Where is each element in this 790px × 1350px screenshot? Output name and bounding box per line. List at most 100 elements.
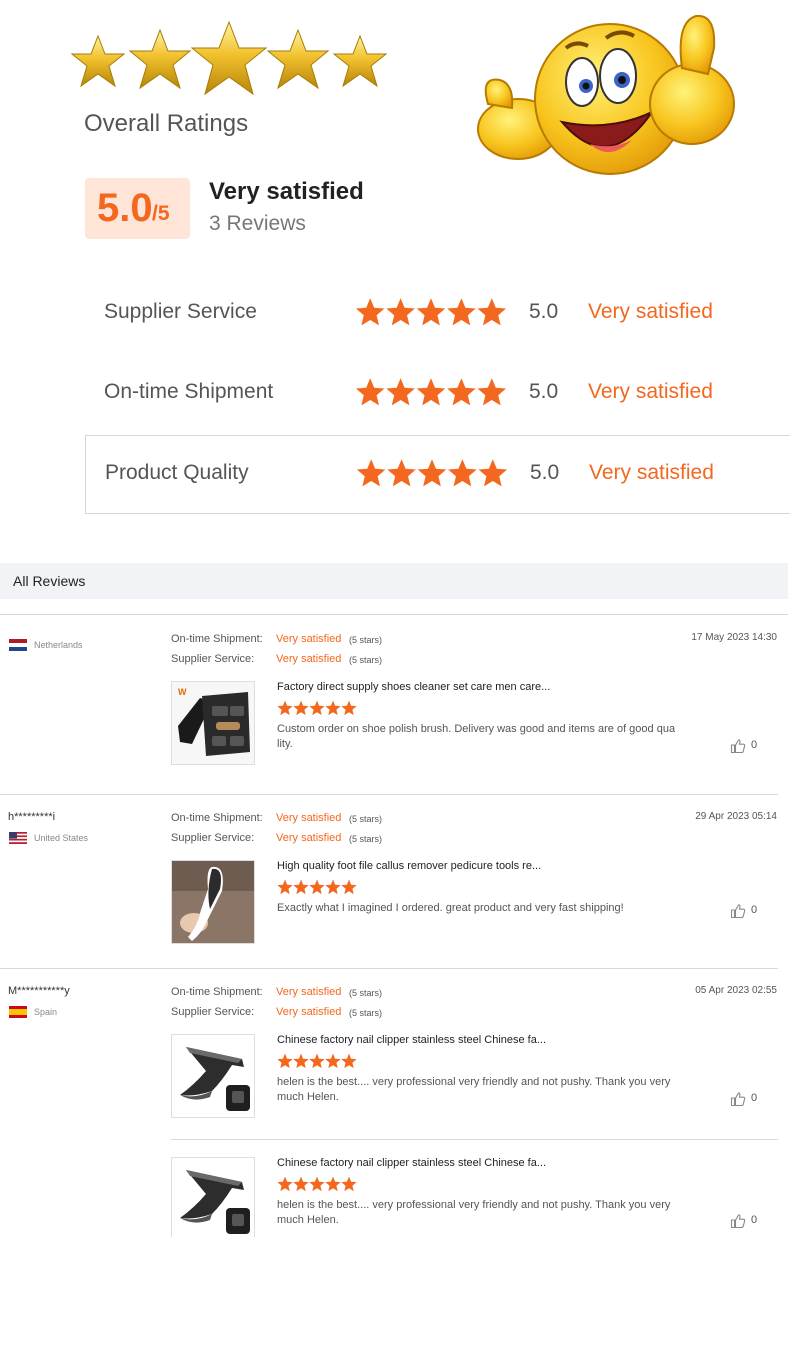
- service-value: Very satisfied: [276, 1006, 342, 1018]
- thumbs-up-icon[interactable]: [730, 903, 746, 919]
- thumbs-up-icon[interactable]: [730, 1213, 746, 1229]
- thumbs-up-icon[interactable]: [730, 738, 746, 754]
- star-rating: [356, 459, 508, 487]
- overall-score: 5.0: [97, 186, 153, 230]
- thumbs-up-icon[interactable]: [730, 1091, 746, 1107]
- star-icon: [417, 459, 447, 487]
- like-count: 0: [751, 904, 758, 916]
- review-date: 29 Apr 2023 05:14: [695, 811, 777, 822]
- shipment-label: On-time Shipment:: [171, 986, 263, 998]
- review-comment: Exactly what I imagined I ordered. great…: [277, 902, 624, 914]
- rating-row-on-time-shipment: On-time Shipment 5.0 Very satisfied: [85, 355, 790, 434]
- overall-ratings-title: Overall Ratings: [84, 110, 249, 137]
- foot-file-image: [172, 861, 254, 943]
- gold-star-icon: [128, 28, 192, 90]
- rating-row-supplier-service: Supplier Service 5.0 Very satisfied: [85, 275, 790, 354]
- product-title-link[interactable]: Chinese factory nail clipper stainless s…: [277, 1034, 577, 1046]
- review-date: 05 Apr 2023 02:55: [695, 985, 777, 996]
- star-rating: [277, 1053, 357, 1069]
- product-thumbnail[interactable]: [171, 1034, 255, 1118]
- overall-score-denominator: /5: [152, 202, 170, 225]
- star-icon: [477, 378, 507, 406]
- star-icon: [386, 378, 415, 406]
- rating-text: Very satisfied: [588, 300, 713, 323]
- star-icon: [325, 700, 341, 716]
- product-title-link[interactable]: Chinese factory nail clipper stainless s…: [277, 1157, 577, 1169]
- service-label: Supplier Service:: [171, 653, 255, 665]
- gold-star-icon: [190, 20, 268, 96]
- review-date: 17 May 2023 14:30: [691, 632, 777, 643]
- rating-label: Supplier Service: [104, 300, 257, 323]
- like-count: 0: [751, 1092, 758, 1104]
- nail-clipper-image: [172, 1158, 254, 1237]
- service-stars: (5 stars): [349, 655, 383, 665]
- reviewer-name: M***********y: [8, 985, 70, 997]
- star-icon: [325, 1176, 341, 1192]
- divider: [0, 968, 778, 969]
- star-icon: [341, 879, 357, 895]
- shoe-care-kit-image: W: [172, 682, 254, 764]
- review-comment: helen is the best.... very professional …: [277, 1199, 671, 1226]
- rating-score: 5.0: [530, 461, 560, 484]
- star-icon: [355, 298, 385, 326]
- star-icon: [277, 1176, 293, 1192]
- service-value: Very satisfied: [276, 832, 342, 844]
- flag-united-states-icon: [9, 832, 27, 844]
- rating-label: On-time Shipment: [104, 380, 274, 403]
- all-reviews-header: All Reviews: [0, 563, 788, 599]
- nail-clipper-image: [172, 1035, 254, 1117]
- product-thumbnail[interactable]: [171, 1157, 255, 1237]
- reviewer-name: h*********i: [8, 811, 56, 823]
- gold-stars-graphic: [70, 20, 388, 96]
- like-count: 0: [751, 739, 758, 751]
- star-icon: [416, 378, 446, 406]
- star-icon: [356, 459, 386, 487]
- divider: [0, 794, 778, 795]
- star-rating: [277, 879, 357, 895]
- thumbs-up-smiley-icon: [477, 14, 735, 175]
- star-icon: [447, 378, 476, 406]
- gold-star-icon: [266, 28, 330, 90]
- shipment-stars: (5 stars): [349, 988, 383, 998]
- rating-text: Very satisfied: [588, 380, 713, 403]
- star-icon: [309, 879, 325, 895]
- shipment-label: On-time Shipment:: [171, 633, 263, 645]
- shipment-stars: (5 stars): [349, 814, 383, 824]
- star-icon: [293, 700, 309, 716]
- rating-score: 5.0: [529, 380, 559, 403]
- right-thumb-hand-icon: [649, 14, 735, 145]
- product-thumbnail[interactable]: W: [171, 681, 255, 765]
- shipment-stars: (5 stars): [349, 635, 383, 645]
- star-icon: [341, 1053, 357, 1069]
- reviewer-country: Netherlands: [34, 640, 83, 650]
- star-icon: [277, 700, 293, 716]
- star-rating: [355, 378, 507, 406]
- star-icon: [309, 1176, 325, 1192]
- all-reviews-title: All Reviews: [13, 573, 86, 589]
- star-icon: [277, 1053, 293, 1069]
- star-icon: [341, 700, 357, 716]
- divider: [171, 1139, 778, 1140]
- reviewer-country: United States: [34, 833, 89, 843]
- star-icon: [325, 879, 341, 895]
- product-title-link[interactable]: High quality foot file callus remover pe…: [277, 860, 577, 872]
- overall-score-badge: 5.0 /5: [85, 178, 190, 239]
- overall-review-count: 3 Reviews: [209, 212, 306, 235]
- divider: [0, 614, 788, 615]
- rating-text: Very satisfied: [589, 461, 714, 484]
- product-thumbnail[interactable]: [171, 860, 255, 944]
- star-icon: [478, 459, 508, 487]
- star-icon: [341, 1176, 357, 1192]
- rating-label: Product Quality: [105, 461, 249, 484]
- service-label: Supplier Service:: [171, 1006, 255, 1018]
- shipment-value: Very satisfied: [276, 633, 342, 645]
- product-title-link[interactable]: Factory direct supply shoes cleaner set …: [277, 681, 577, 693]
- reviewer-country: Spain: [34, 1007, 58, 1017]
- shipment-value: Very satisfied: [276, 986, 342, 998]
- service-label: Supplier Service:: [171, 832, 255, 844]
- overall-summary-label: Very satisfied: [209, 178, 364, 205]
- star-icon: [448, 459, 477, 487]
- review-comment: Custom order on shoe polish brush. Deliv…: [277, 723, 676, 750]
- star-rating: [355, 298, 507, 326]
- gold-star-icon: [332, 34, 388, 88]
